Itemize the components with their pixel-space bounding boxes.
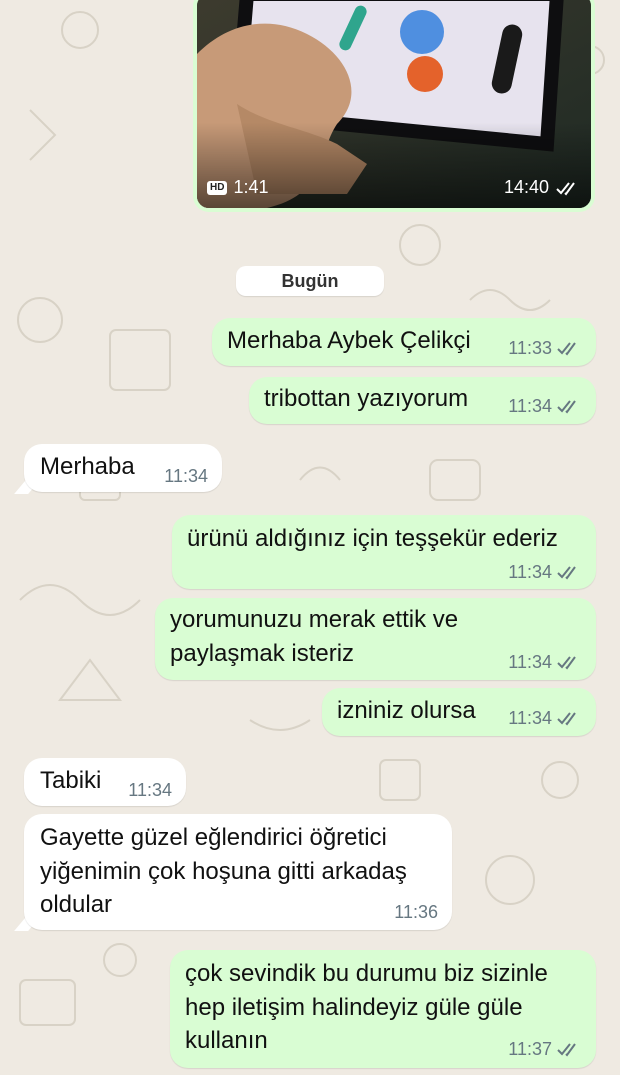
message-time: 11:34 — [508, 708, 552, 728]
message-text-line-2: paylaşmak isteriz — [170, 640, 355, 667]
message-time: 11:36 — [394, 902, 438, 922]
message-text: Merhaba — [40, 453, 135, 480]
video-message[interactable]: HD 1:41 14:40 — [193, 0, 595, 212]
message-meta: 11:34 — [508, 396, 582, 416]
message-bubble-incoming[interactable]: Merhaba 11:34 — [24, 444, 222, 492]
message-time: 11:34 — [508, 652, 552, 672]
double-check-icon — [557, 1043, 576, 1057]
message-time: 11:34 — [508, 562, 552, 582]
message-bubble-outgoing[interactable]: ürünü aldığınız için teşşekür ederiz 11:… — [172, 515, 596, 589]
video-thumbnail[interactable]: HD 1:41 14:40 — [197, 0, 591, 208]
message-meta: 11:34 — [508, 562, 582, 582]
message-meta: 11:34 — [508, 652, 582, 672]
message-bubble-outgoing[interactable]: çok sevindik bu durumu biz sizinle hep i… — [170, 950, 596, 1068]
message-text-line-3: oldular — [40, 891, 113, 918]
message-meta: 11:34 — [128, 780, 172, 800]
hd-badge: HD — [207, 180, 228, 195]
message-text-line-1: Gayette güzel eğlendirici öğretici — [40, 824, 387, 851]
double-check-icon — [557, 712, 576, 726]
message-text-line-2: yiğenimin çok hoşuna gitti arkadaş — [40, 858, 407, 885]
double-check-icon — [557, 566, 576, 580]
date-divider: Bugün — [236, 266, 384, 296]
message-meta: 11:34 — [164, 466, 208, 486]
message-time: 11:34 — [164, 466, 208, 486]
message-text-line-2: hep iletişim halindeyiz güle güle — [185, 994, 523, 1021]
message-text: tribottan yazıyorum — [264, 385, 469, 412]
message-time: 11:33 — [508, 338, 552, 358]
message-bubble-outgoing[interactable]: Merhaba Aybek Çelikçi 11:33 — [212, 318, 596, 366]
message-text-line-1: çok sevindik bu durumu biz sizinle — [185, 960, 548, 987]
message-text-line-1: yorumunuzu merak ettik ve — [170, 606, 459, 633]
message-meta: 11:37 — [508, 1039, 582, 1059]
message-time: 11:34 — [508, 396, 552, 416]
message-text: Tabiki — [40, 767, 102, 794]
message-meta: 11:36 — [394, 902, 438, 922]
video-timestamp: 14:40 — [504, 177, 581, 198]
video-duration: HD 1:41 — [207, 177, 269, 198]
message-bubble-outgoing[interactable]: yorumunuzu merak ettik ve paylaşmak iste… — [155, 598, 596, 680]
message-time: 11:37 — [508, 1039, 552, 1059]
message-meta: 11:34 — [508, 708, 582, 728]
message-bubble-incoming[interactable]: Tabiki 11:34 — [24, 758, 186, 806]
message-text-line-3: kullanın — [185, 1027, 268, 1054]
message-text: izniniz olursa — [337, 697, 476, 724]
message-time: 11:34 — [128, 780, 172, 800]
double-check-icon — [556, 181, 575, 196]
message-bubble-outgoing[interactable]: izniniz olursa 11:34 — [322, 688, 596, 736]
message-text: Merhaba Aybek Çelikçi — [227, 327, 471, 354]
video-time: 14:40 — [503, 177, 549, 197]
double-check-icon — [557, 342, 576, 356]
message-bubble-incoming[interactable]: Gayette güzel eğlendirici öğretici yiğen… — [24, 814, 452, 930]
double-check-icon — [557, 400, 576, 414]
message-text: ürünü aldığınız için teşşekür ederiz — [187, 525, 558, 552]
message-bubble-outgoing[interactable]: tribottan yazıyorum 11:34 — [249, 377, 596, 424]
message-meta: 11:33 — [508, 338, 582, 358]
double-check-icon — [557, 656, 576, 670]
video-duration-text: 1:41 — [233, 177, 269, 197]
